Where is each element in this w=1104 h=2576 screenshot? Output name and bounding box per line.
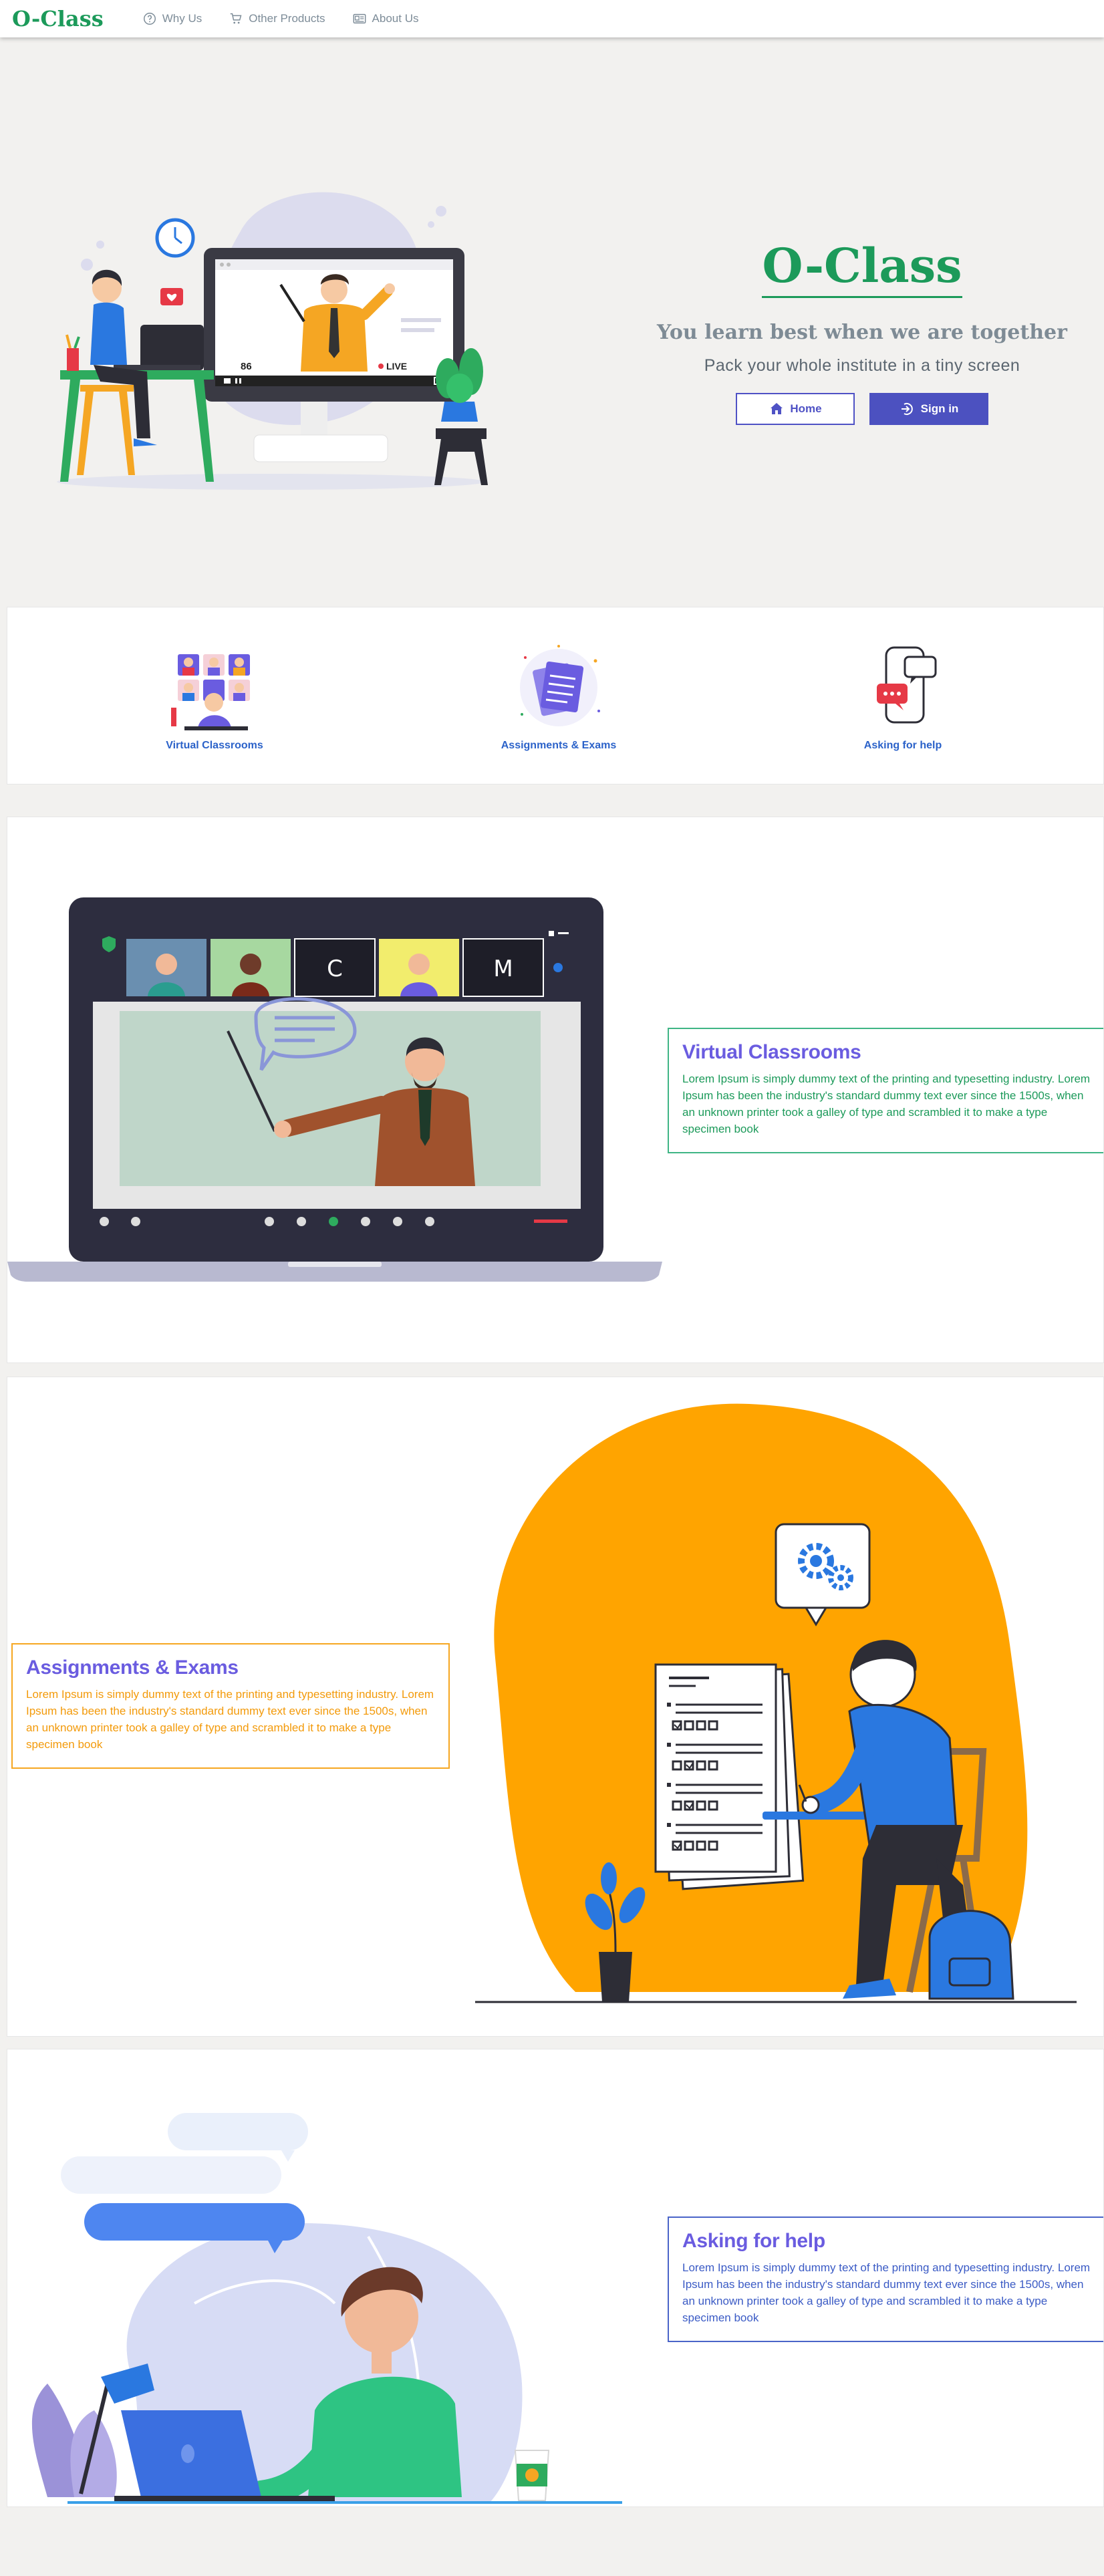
nav-link-about-us[interactable]: About Us [352,11,419,26]
hero-buttons: Home Sign in [628,393,1096,425]
section-title: Assignments & Exams [26,1657,239,1679]
assignments-exams-info-box: Assignments & Exams Lorem Ipsum is simpl… [11,1643,450,1769]
hero-text-block: O-Class You learn best when we are toget… [628,238,1096,425]
section-body: Lorem Ipsum is simply dummy text of the … [682,2261,1091,2324]
home-icon [771,403,783,414]
hero-subtitle: Pack your whole institute in a tiny scre… [704,356,1020,375]
feature-label: Assignments & Exams [501,740,617,751]
section-title: Asking for help [682,2230,825,2252]
video-call-grid-icon [171,654,250,730]
nav-link-why-us[interactable]: Why Us [142,11,202,26]
cart-icon [230,13,242,24]
brand-logo[interactable]: O-Class [12,6,104,31]
feature-label: Virtual Classrooms [166,740,263,751]
feature-card-asking-for-help[interactable]: Asking for help [816,641,990,752]
section-title: Virtual Classrooms [682,1041,861,1063]
virtual-classrooms-section: C M Virtual Classrooms Lorem Ipsum is si… [7,817,1104,1363]
feature-card-virtual-classrooms[interactable]: Virtual Classrooms [128,641,301,752]
top-navbar: O-Class Why Us Other Products About Us [0,0,1104,37]
nav-link-label: Other Products [249,12,325,25]
id-card-icon [353,13,366,24]
laptop-video-class-illustration: C M [7,897,662,1282]
nav-link-label: About Us [372,12,419,25]
sign-in-icon [901,403,913,415]
asking-for-help-info-box: Asking for help Lorem Ipsum is simply du… [668,2216,1103,2342]
home-button-label: Home [790,402,822,415]
virtual-classrooms-info-box: Virtual Classrooms Lorem Ipsum is simply… [668,1028,1103,1153]
participant-tile-initial: C [327,956,343,982]
feature-card-assignments-exams[interactable]: Assignments & Exams [472,641,646,752]
question-circle-icon [143,13,156,25]
sign-in-button-label: Sign in [920,402,959,415]
nav-link-other-products[interactable]: Other Products [229,11,325,26]
online-teaching-illustration: 86 LIVE [57,192,488,490]
nav-link-label: Why Us [162,12,202,25]
live-label: LIVE [386,361,407,372]
hero-section: 86 LIVE O-Class You learn best when we a… [0,37,1104,605]
chat-phone-icon [877,646,937,724]
features-strip: Virtual Classrooms Assignments & Exams A… [7,607,1104,784]
hero-tagline: You learn best when we are together [657,321,1067,344]
viewer-count: 86 [241,361,252,372]
assignments-exams-section: Assignments & Exams Lorem Ipsum is simpl… [7,1377,1104,2037]
student-laptop-chat-illustration [31,2113,622,2504]
asking-for-help-section: Asking for help Lorem Ipsum is simply du… [7,2049,1104,2507]
hero-title: O-Class [762,238,962,298]
section-body: Lorem Ipsum is simply dummy text of the … [26,1688,434,1751]
section-body: Lorem Ipsum is simply dummy text of the … [682,1072,1091,1135]
student-writing-illustration [475,1403,1077,2003]
sign-in-button[interactable]: Sign in [869,393,988,425]
feature-label: Asking for help [863,740,942,751]
participant-tile-initial: M [493,956,513,982]
home-button[interactable]: Home [736,393,855,425]
documents-stack-icon [520,645,600,726]
